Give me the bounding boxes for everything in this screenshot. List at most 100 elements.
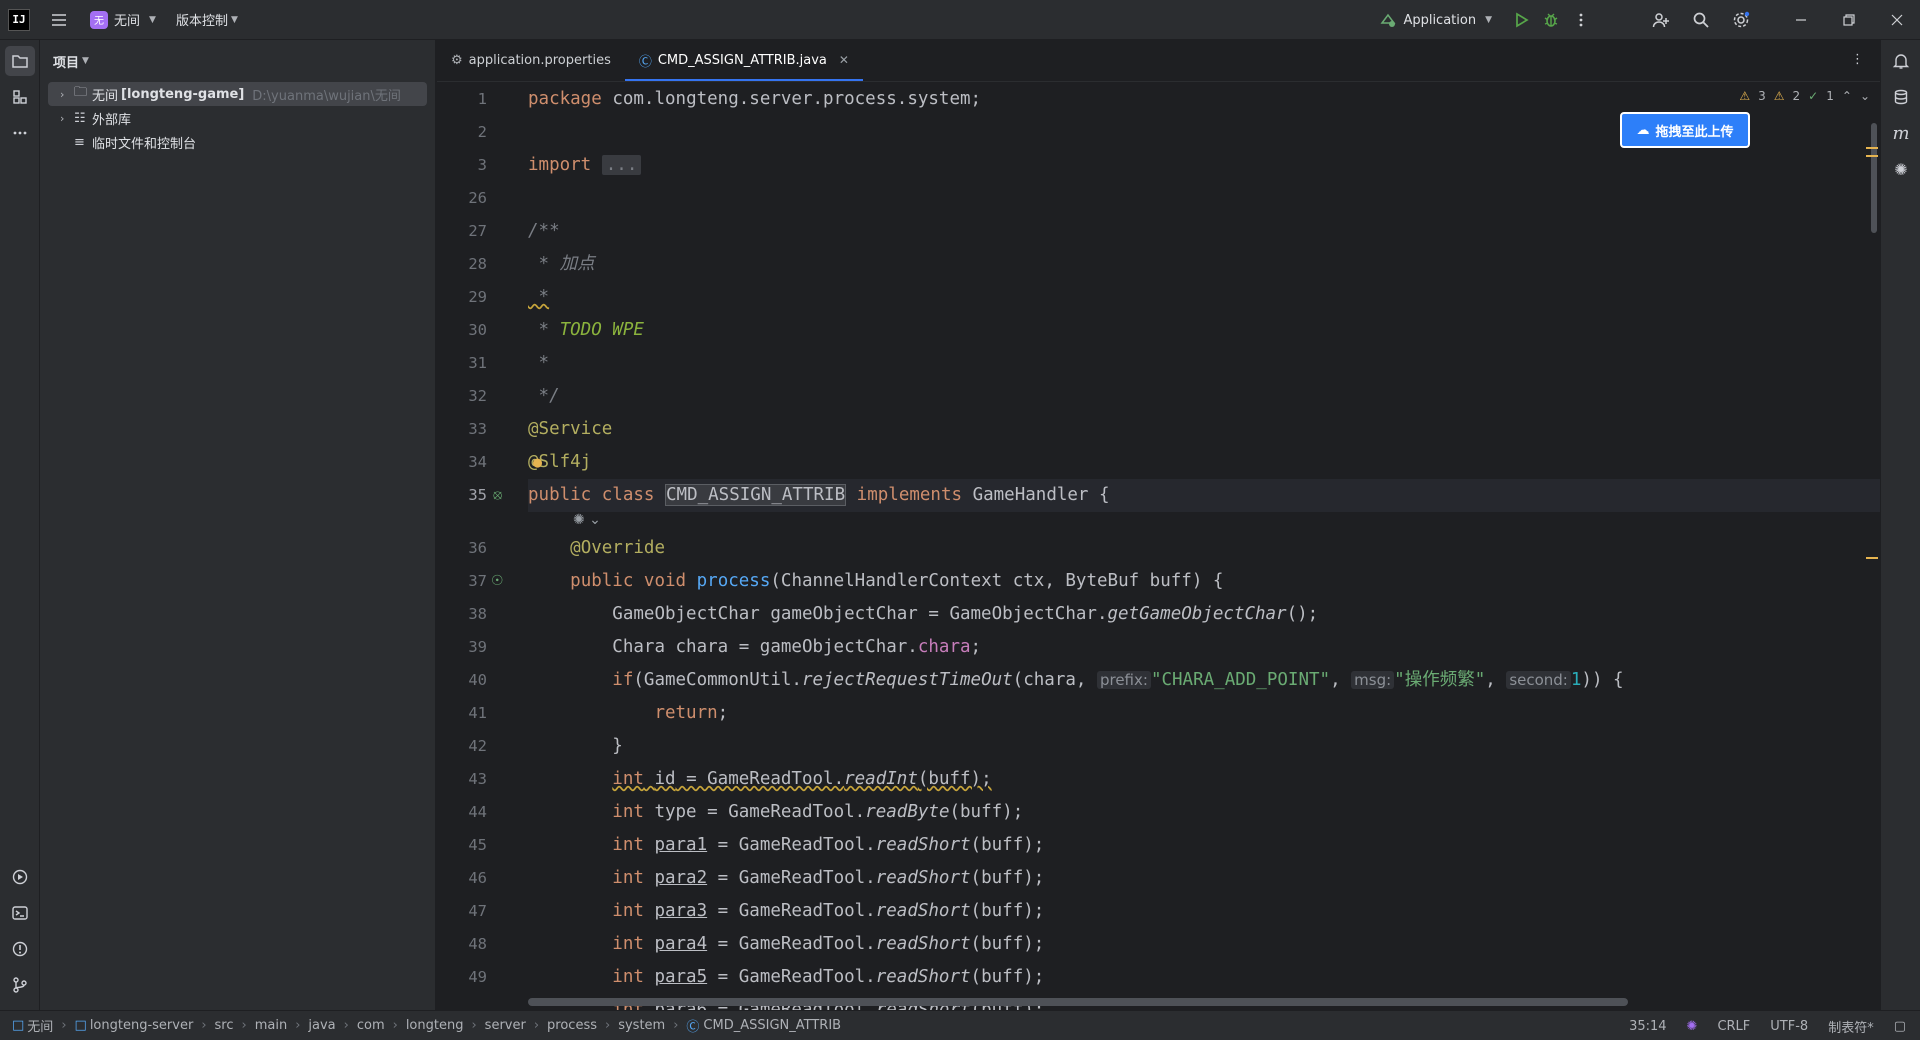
- project-tool-button[interactable]: [5, 46, 35, 76]
- git-tool-button[interactable]: [5, 970, 35, 1000]
- notifications-tool-button[interactable]: [1886, 46, 1916, 76]
- code-line: int id = GameReadTool.readInt(buff);: [612, 769, 992, 789]
- library-icon: ☷: [74, 110, 86, 126]
- breadcrumb-item[interactable]: src ›: [215, 1018, 255, 1033]
- lightbulb-icon[interactable]: ●: [533, 446, 542, 479]
- title-bar: IJ 无 无间 ▼ 版本控制 ▼ Application ▼: [0, 0, 1920, 40]
- breadcrumb-item[interactable]: Ⓒ CMD_ASSIGN_ATTRIB: [686, 1016, 841, 1035]
- more-tools-button[interactable]: [5, 118, 35, 148]
- warning-stripe-marker[interactable]: [1866, 147, 1878, 149]
- folded-imports[interactable]: ...: [601, 155, 642, 175]
- tree-item-label: 临时文件和控制台: [92, 136, 197, 152]
- line-number: 3: [477, 156, 487, 174]
- breadcrumb-item[interactable]: com ›: [357, 1018, 406, 1033]
- vertical-scrollbar[interactable]: [1866, 83, 1880, 1010]
- tree-item-external-libraries[interactable]: › ☷ 外部库: [48, 106, 427, 130]
- maven-tool-button[interactable]: m: [1886, 118, 1916, 148]
- search-icon[interactable]: [1686, 5, 1716, 35]
- line-number: 33: [468, 420, 487, 438]
- module-icon: □: [12, 1018, 25, 1033]
- run-config-selector[interactable]: Application ▼: [1379, 11, 1492, 29]
- settings-gear-icon[interactable]: [1726, 5, 1756, 35]
- status-bar: □ 无间 › □ longteng-server › src › main › java › …: [0, 1010, 1920, 1040]
- warning-stripe-marker[interactable]: [1866, 557, 1878, 559]
- code-line: *: [528, 287, 550, 307]
- tab-more-icon[interactable]: ⋮: [1851, 52, 1864, 67]
- line-separator[interactable]: CRLF: [1717, 1019, 1750, 1034]
- caret-position[interactable]: 35:14: [1629, 1019, 1666, 1034]
- chevron-right-icon[interactable]: ›: [60, 88, 74, 101]
- project-panel-header[interactable]: 项目 ▼: [40, 40, 435, 82]
- java-class-icon: Ⓒ: [638, 54, 652, 70]
- ai-assistant-tool-button[interactable]: ✺: [1886, 154, 1916, 184]
- restore-window-icon[interactable]: [1834, 5, 1864, 35]
- line-number: 46: [468, 869, 487, 887]
- breadcrumb-item[interactable]: process ›: [547, 1018, 618, 1033]
- breadcrumb-item[interactable]: java ›: [308, 1018, 356, 1033]
- code-with-me-icon[interactable]: [1646, 5, 1676, 35]
- indent-setting[interactable]: 制表符*: [1828, 1017, 1874, 1036]
- minimize-window-icon[interactable]: [1786, 5, 1816, 35]
- breadcrumb-item[interactable]: main ›: [255, 1018, 309, 1033]
- run-icon[interactable]: [1506, 5, 1536, 35]
- debug-icon[interactable]: [1536, 5, 1566, 35]
- main-menu-icon[interactable]: [44, 5, 74, 35]
- tree-item-scratches[interactable]: ≡ 临时文件和控制台: [48, 130, 427, 154]
- vcs-menu[interactable]: 版本控制 ▼: [176, 10, 238, 29]
- code-line: return;: [654, 703, 729, 723]
- chevron-down-icon: ▼: [149, 14, 156, 25]
- param-hint: second:: [1506, 671, 1571, 689]
- scrollbar-thumb[interactable]: [1871, 123, 1877, 233]
- line-number: 30: [468, 321, 487, 339]
- horizontal-scrollbar[interactable]: [528, 998, 1628, 1006]
- database-tool-button[interactable]: [1886, 82, 1916, 112]
- editor: ⚙ application.properties Ⓒ CMD_ASSIGN_AT…: [437, 40, 1880, 1010]
- ai-assistant-icon[interactable]: ✺ ⌄: [573, 512, 601, 528]
- close-window-icon[interactable]: [1882, 5, 1912, 35]
- breadcrumb-item[interactable]: □ 无间 ›: [12, 1016, 75, 1035]
- breadcrumb-item[interactable]: system ›: [618, 1018, 686, 1033]
- file-encoding[interactable]: UTF-8: [1770, 1019, 1808, 1034]
- line-number: 47: [468, 902, 487, 920]
- line-number: 41: [468, 704, 487, 722]
- structure-icon: [13, 90, 27, 104]
- problems-tool-button[interactable]: [5, 934, 35, 964]
- line-number: 38: [468, 605, 487, 623]
- services-tool-button[interactable]: [5, 862, 35, 892]
- code-text[interactable]: package com.longteng.server.process.syst…: [528, 83, 1880, 1010]
- chevron-down-icon: ▼: [82, 56, 89, 66]
- line-number-current: 35: [468, 486, 487, 504]
- tab-cmd-assign-attrib[interactable]: Ⓒ CMD_ASSIGN_ATTRIB.java ✕: [624, 39, 864, 81]
- structure-tool-button[interactable]: [5, 82, 35, 112]
- code-line: @Override: [570, 538, 665, 558]
- chevron-right-icon[interactable]: ›: [60, 112, 74, 125]
- breadcrumb-item[interactable]: □ longteng-server ›: [75, 1018, 215, 1033]
- line-number: 27: [468, 222, 487, 240]
- project-switcher[interactable]: 无 无间 ▼: [90, 10, 156, 29]
- code-line: int para2 = GameReadTool.readShort(buff)…: [612, 868, 1045, 888]
- more-actions-icon[interactable]: [1566, 5, 1596, 35]
- upload-drop-button[interactable]: ☁ 拖拽至此上传: [1620, 112, 1750, 148]
- tree-item-label: 外部库: [92, 112, 132, 128]
- java-class-icon: Ⓒ: [686, 1020, 700, 1035]
- spring-bean-icon[interactable]: ⦻: [493, 487, 502, 503]
- code-area[interactable]: ⚠ 3 ⚠ 2 ✓ 1 ⌃ ⌄ 1 2 3 26 27 28 29 30 31 32 …: [437, 83, 1880, 1010]
- close-tab-icon[interactable]: ✕: [839, 53, 849, 67]
- warning-stripe-marker[interactable]: [1866, 155, 1878, 157]
- tree-item-project-root[interactable]: › 🗀 无间 [longteng-game] D:\yuanma\wujian\…: [48, 82, 427, 106]
- breadcrumb-item[interactable]: longteng ›: [406, 1018, 485, 1033]
- tab-application-properties[interactable]: ⚙ application.properties: [437, 39, 625, 81]
- implements-method-icon[interactable]: ☉: [491, 573, 504, 589]
- line-number: 45: [468, 836, 487, 854]
- breadcrumb-item[interactable]: server ›: [485, 1018, 547, 1033]
- code-lens-row: ✺ ⌄: [528, 512, 1858, 532]
- tab-label: application.properties: [468, 52, 611, 68]
- readonly-lock-icon[interactable]: ▢: [1894, 1019, 1906, 1034]
- code-line: GameObjectChar gameObjectChar = GameObje…: [612, 604, 1319, 624]
- chevron-down-icon: ▼: [230, 14, 238, 25]
- terminal-tool-button[interactable]: [5, 898, 35, 928]
- folder-icon: [12, 55, 28, 68]
- ai-assistant-icon[interactable]: ✺: [1687, 1019, 1698, 1034]
- param-hint: msg:: [1351, 671, 1395, 689]
